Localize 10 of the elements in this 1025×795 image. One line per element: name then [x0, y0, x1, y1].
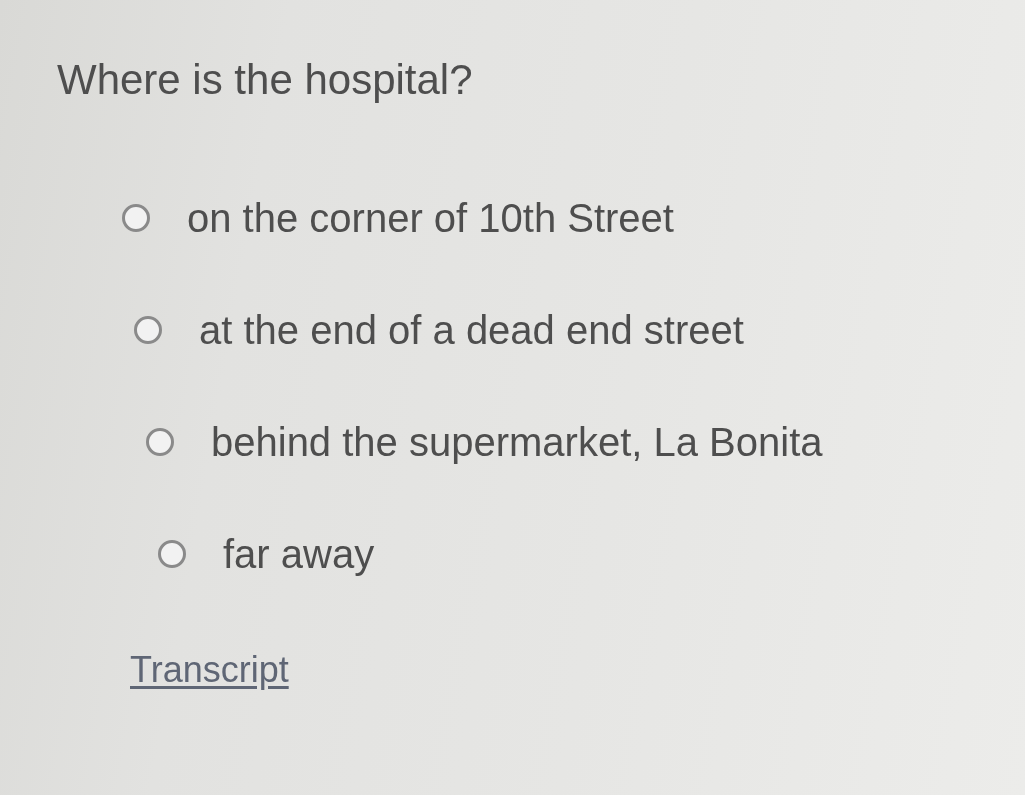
option-label[interactable]: behind the supermarket, La Bonita [211, 418, 823, 466]
radio-button[interactable] [146, 428, 174, 456]
option-label[interactable]: far away [223, 530, 375, 578]
question-text: Where is the hospital? [57, 55, 473, 105]
transcript-link[interactable]: Transcript [130, 649, 289, 690]
radio-button[interactable] [158, 540, 186, 568]
radio-button[interactable] [134, 316, 162, 344]
option-label[interactable]: on the corner of 10th Street [187, 194, 674, 242]
radio-button[interactable] [122, 204, 150, 232]
option-label[interactable]: at the end of a dead end street [199, 306, 744, 354]
